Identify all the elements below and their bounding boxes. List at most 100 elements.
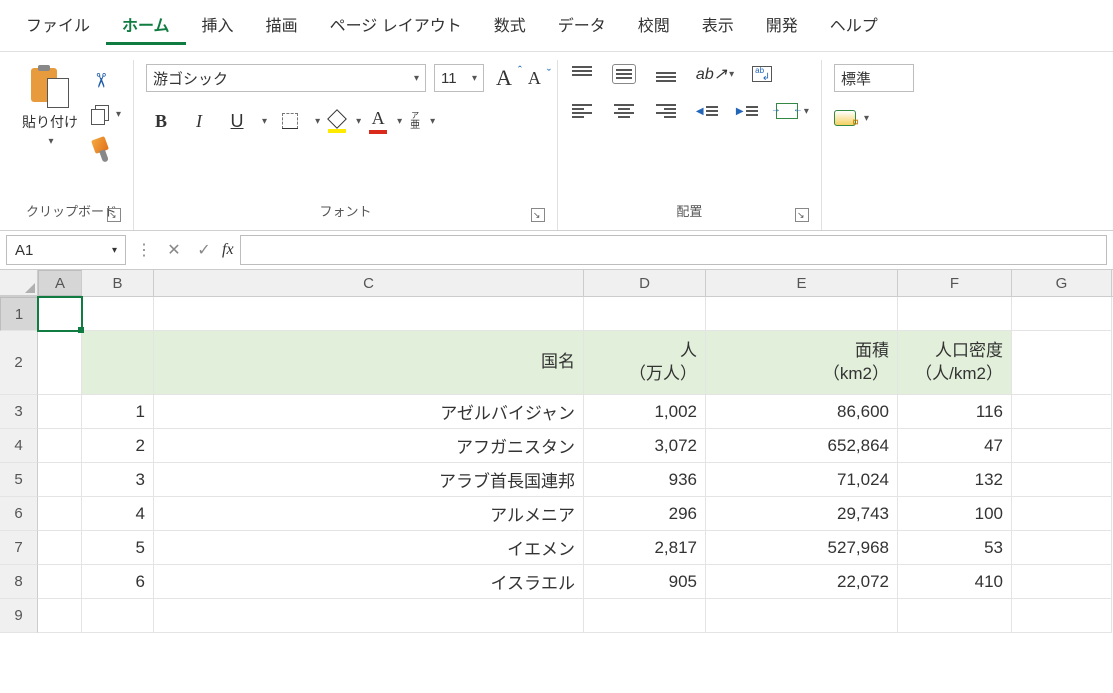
merge-cells-button[interactable] [776, 103, 798, 119]
row-header-8[interactable]: 8 [0, 565, 38, 599]
cell-E8[interactable]: 22,072 [706, 565, 898, 599]
formula-input[interactable] [240, 235, 1107, 265]
cell-G9[interactable] [1012, 599, 1112, 633]
cell-A5[interactable] [38, 463, 82, 497]
cell-F4[interactable]: 47 [898, 429, 1012, 463]
cell-B2[interactable] [82, 331, 154, 395]
align-top-button[interactable] [570, 64, 594, 84]
cell-B1[interactable] [82, 297, 154, 331]
cell-G5[interactable] [1012, 463, 1112, 497]
cell-G4[interactable] [1012, 429, 1112, 463]
bold-button[interactable]: B [146, 106, 176, 136]
cell-G7[interactable] [1012, 531, 1112, 565]
cell-A4[interactable] [38, 429, 82, 463]
row-header-2[interactable]: 2 [0, 331, 38, 395]
menu-page-layout[interactable]: ページ レイアウト [314, 6, 478, 45]
row-header-3[interactable]: 3 [0, 395, 38, 429]
copy-button[interactable] [86, 102, 114, 126]
menu-insert[interactable]: 挿入 [186, 6, 250, 45]
cell-E7[interactable]: 527,968 [706, 531, 898, 565]
cell-E9[interactable] [706, 599, 898, 633]
name-box[interactable]: A1▾ [6, 235, 126, 265]
cell-F3[interactable]: 116 [898, 395, 1012, 429]
cut-button[interactable] [86, 68, 114, 92]
cell-F2[interactable]: 人口密度 （人/km2） [898, 331, 1012, 395]
menu-home[interactable]: ホーム [106, 6, 186, 45]
phonetic-dropdown[interactable]: ▾ [430, 116, 435, 127]
col-header-F[interactable]: F [898, 270, 1012, 296]
cell-C7[interactable]: イエメン [154, 531, 584, 565]
cell-E6[interactable]: 29,743 [706, 497, 898, 531]
menu-data[interactable]: データ [542, 6, 622, 45]
font-size-select[interactable]: 11▾ [434, 64, 484, 92]
cell-E3[interactable]: 86,600 [706, 395, 898, 429]
menu-developer[interactable]: 開発 [750, 6, 814, 45]
cell-A2[interactable] [38, 331, 82, 395]
font-color-dropdown[interactable]: ▾ [397, 116, 402, 127]
cancel-formula-button[interactable]: ✕ [162, 238, 186, 262]
cell-G6[interactable] [1012, 497, 1112, 531]
cell-E5[interactable]: 71,024 [706, 463, 898, 497]
underline-button[interactable]: U [222, 106, 252, 136]
cell-A9[interactable] [38, 599, 82, 633]
cell-D9[interactable] [584, 599, 706, 633]
italic-button[interactable]: I [184, 106, 214, 136]
paste-dropdown[interactable]: ▾ [48, 136, 53, 147]
cell-B6[interactable]: 4 [82, 497, 154, 531]
cell-A8[interactable] [38, 565, 82, 599]
cell-F7[interactable]: 53 [898, 531, 1012, 565]
cell-A6[interactable] [38, 497, 82, 531]
cell-B4[interactable]: 2 [82, 429, 154, 463]
row-header-5[interactable]: 5 [0, 463, 38, 497]
row-header-4[interactable]: 4 [0, 429, 38, 463]
cell-B3[interactable]: 1 [82, 395, 154, 429]
cell-C4[interactable]: アフガニスタン [154, 429, 584, 463]
col-header-G[interactable]: G [1012, 270, 1112, 296]
font-dialog-launcher[interactable] [531, 208, 545, 222]
font-name-select[interactable]: 游ゴシック▾ [146, 64, 426, 92]
orientation-dropdown[interactable]: ▾ [729, 69, 734, 80]
menu-formulas[interactable]: 数式 [478, 6, 542, 45]
col-header-D[interactable]: D [584, 270, 706, 296]
cell-D5[interactable]: 936 [584, 463, 706, 497]
align-left-button[interactable] [570, 102, 594, 120]
cell-A3[interactable] [38, 395, 82, 429]
underline-dropdown[interactable]: ▾ [262, 116, 267, 127]
cell-B7[interactable]: 5 [82, 531, 154, 565]
cell-C6[interactable]: アルメニア [154, 497, 584, 531]
cell-D3[interactable]: 1,002 [584, 395, 706, 429]
cell-B8[interactable]: 6 [82, 565, 154, 599]
decrease-indent-button[interactable]: ◀ [696, 102, 718, 120]
cell-B5[interactable]: 3 [82, 463, 154, 497]
row-header-1[interactable]: 1 [0, 297, 38, 331]
select-all-corner[interactable] [0, 270, 38, 296]
cell-G3[interactable] [1012, 395, 1112, 429]
wrap-text-button[interactable] [752, 66, 772, 82]
menu-review[interactable]: 校閲 [622, 6, 686, 45]
phonetic-button[interactable]: ア 亜 [410, 111, 420, 131]
cell-C5[interactable]: アラブ首長国連邦 [154, 463, 584, 497]
merge-dropdown[interactable]: ▾ [804, 106, 809, 117]
name-box-expand[interactable]: ⋮ [132, 240, 156, 260]
align-middle-button[interactable] [612, 64, 636, 84]
enter-formula-button[interactable]: ✓ [192, 238, 216, 262]
accounting-dropdown[interactable]: ▾ [864, 113, 869, 124]
fill-color-button[interactable] [328, 110, 346, 133]
clipboard-dialog-launcher[interactable] [107, 208, 121, 222]
accounting-format-button[interactable] [834, 110, 856, 126]
cell-F5[interactable]: 132 [898, 463, 1012, 497]
align-bottom-button[interactable] [654, 64, 678, 84]
align-right-button[interactable] [654, 102, 678, 120]
cell-F8[interactable]: 410 [898, 565, 1012, 599]
borders-dropdown[interactable]: ▾ [315, 116, 320, 127]
cell-D7[interactable]: 2,817 [584, 531, 706, 565]
cell-E4[interactable]: 652,864 [706, 429, 898, 463]
fx-icon[interactable]: fx [222, 241, 234, 259]
cell-B9[interactable] [82, 599, 154, 633]
cell-E1[interactable] [706, 297, 898, 331]
cell-F9[interactable] [898, 599, 1012, 633]
paste-icon[interactable] [31, 64, 69, 108]
paste-label[interactable]: 貼り付け [22, 112, 78, 132]
row-header-7[interactable]: 7 [0, 531, 38, 565]
borders-button[interactable] [275, 106, 305, 136]
